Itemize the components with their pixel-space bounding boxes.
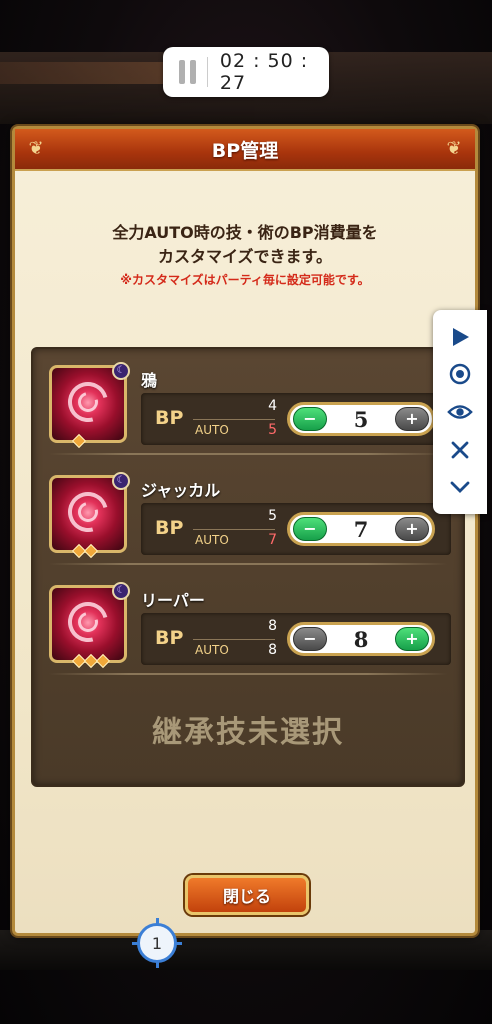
- dialog-note: ※カスタマイズはパーティ毎に設定可能です。: [120, 273, 370, 287]
- recording-timer[interactable]: 02 : 50 : 27: [163, 47, 329, 97]
- row-divider: [49, 673, 447, 675]
- rank-diamond-icon: [83, 543, 99, 559]
- record-icon[interactable]: [447, 361, 473, 387]
- description-line-1: 全力AUTO時の技・術のBP消費量を: [112, 223, 378, 242]
- ornament-right-icon: ❦: [446, 138, 462, 159]
- skill-row: ☾ ジャッカル BP 5 AUTO 7 − 7 +: [33, 459, 463, 567]
- skill-row: ☾ 鴉 BP 4 AUTO 5 − 5 +: [33, 349, 463, 457]
- rank-diamond-icon: [71, 433, 87, 449]
- rank-diamond-icon: [95, 653, 111, 669]
- bp-label: BP: [155, 627, 184, 649]
- tap-target-marker[interactable]: 1: [132, 918, 182, 968]
- skill-name: 鴉: [141, 371, 158, 390]
- skill-rank: [71, 653, 111, 669]
- skill-name: リーパー: [141, 591, 205, 610]
- marker-label: 1: [137, 923, 177, 963]
- skill-name: ジャッカル: [141, 481, 221, 500]
- plus-button[interactable]: +: [395, 627, 429, 651]
- chevron-down-icon[interactable]: [447, 474, 473, 500]
- skill-icon[interactable]: ☾: [49, 472, 130, 559]
- bp-auto-value: 8: [268, 642, 277, 658]
- dialog-header: ❦ BP管理 ❦: [15, 129, 475, 171]
- skill-row: ☾ リーパー BP 8 AUTO 8 − 8 +: [33, 569, 463, 677]
- bp-normal-value: 5: [268, 508, 277, 524]
- bp-auto-value: 5: [268, 422, 277, 438]
- row-divider: [49, 453, 447, 455]
- close-icon[interactable]: [447, 437, 473, 463]
- ornament-left-icon: ❦: [28, 138, 44, 159]
- bp-divider: [193, 639, 275, 640]
- bp-stepper: − 7 +: [287, 512, 435, 546]
- auto-label: AUTO: [195, 643, 229, 657]
- dialog-description: 全力AUTO時の技・術のBP消費量を カスタマイズできます。: [15, 221, 475, 269]
- timer-time: 02 : 50 : 27: [219, 50, 309, 94]
- bp-divider: [193, 419, 275, 420]
- bp-stepper: − 5 +: [287, 402, 435, 436]
- skill-rank: [71, 543, 99, 559]
- close-button[interactable]: 閉じる: [185, 875, 309, 915]
- timer-divider: [206, 57, 208, 87]
- stepper-value: 7: [353, 516, 369, 542]
- inherited-skill-unselected: 継承技未選択: [152, 715, 344, 750]
- minus-button[interactable]: −: [293, 627, 327, 651]
- bp-divider: [193, 529, 275, 530]
- bp-box: BP 4 AUTO 5 − 5 +: [141, 393, 451, 445]
- plus-button[interactable]: +: [395, 517, 429, 541]
- skill-icon[interactable]: ☾: [49, 582, 130, 669]
- plus-button[interactable]: +: [395, 407, 429, 431]
- bp-stepper: − 8 +: [287, 622, 435, 656]
- bp-label: BP: [155, 407, 184, 429]
- skill-icon[interactable]: ☾: [49, 362, 130, 449]
- description-line-2: カスタマイズできます。: [158, 247, 332, 266]
- bp-normal-value: 4: [268, 398, 277, 414]
- dark-element-icon: ☾: [112, 362, 130, 380]
- auto-label: AUTO: [195, 533, 229, 547]
- bp-management-dialog: ❦ BP管理 ❦ 全力AUTO時の技・術のBP消費量を カスタマイズできます。 …: [12, 126, 478, 936]
- minus-button[interactable]: −: [293, 517, 327, 541]
- skill-rank: [71, 433, 87, 449]
- floating-toolbar: [433, 310, 487, 514]
- dialog-title: BP管理: [211, 139, 279, 162]
- stepper-value: 5: [353, 406, 369, 432]
- minus-button[interactable]: −: [293, 407, 327, 431]
- bp-box: BP 5 AUTO 7 − 7 +: [141, 503, 451, 555]
- background-bottom-bar: [0, 930, 492, 970]
- bp-label: BP: [155, 517, 184, 539]
- play-icon[interactable]: [447, 324, 473, 350]
- dark-element-icon: ☾: [112, 582, 130, 600]
- bp-normal-value: 8: [268, 618, 277, 634]
- bp-box: BP 8 AUTO 8 − 8 +: [141, 613, 451, 665]
- eye-icon[interactable]: [447, 399, 473, 425]
- skill-list-panel: ☾ 鴉 BP 4 AUTO 5 − 5 + ☾ ジャッカル BP 5 AUTO …: [31, 347, 465, 787]
- pause-icon[interactable]: [179, 60, 197, 84]
- row-divider: [49, 563, 447, 565]
- auto-label: AUTO: [195, 423, 229, 437]
- bp-auto-value: 7: [268, 532, 277, 548]
- stepper-value: 8: [353, 626, 369, 652]
- dark-element-icon: ☾: [112, 472, 130, 490]
